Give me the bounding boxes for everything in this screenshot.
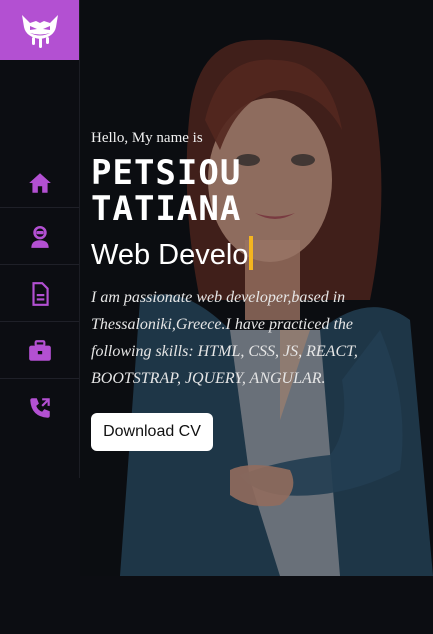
last-name: TATIANA xyxy=(91,189,242,229)
home-icon xyxy=(28,172,51,193)
download-cv-button[interactable]: Download CV xyxy=(91,413,213,451)
typed-role: Web Develo xyxy=(91,236,254,272)
nav-home[interactable] xyxy=(0,154,79,211)
first-name: PETSIOU xyxy=(91,153,242,193)
bio-text: I am passionate web developer,based in T… xyxy=(91,289,358,387)
sidebar xyxy=(0,0,80,478)
phone-icon xyxy=(29,397,50,418)
typing-cursor xyxy=(249,236,254,270)
user-icon xyxy=(30,225,49,248)
nav-resume[interactable] xyxy=(0,264,79,322)
greeting: Hello, My name is xyxy=(91,130,203,146)
role-text: Web Develo xyxy=(91,239,249,271)
document-icon xyxy=(31,281,49,306)
nav-about[interactable] xyxy=(0,207,79,265)
nav-contact[interactable] xyxy=(0,378,79,436)
devil-face-logo-icon xyxy=(21,15,58,48)
logo[interactable] xyxy=(0,0,79,60)
briefcase-icon xyxy=(28,339,51,361)
nav-portfolio[interactable] xyxy=(0,321,79,379)
